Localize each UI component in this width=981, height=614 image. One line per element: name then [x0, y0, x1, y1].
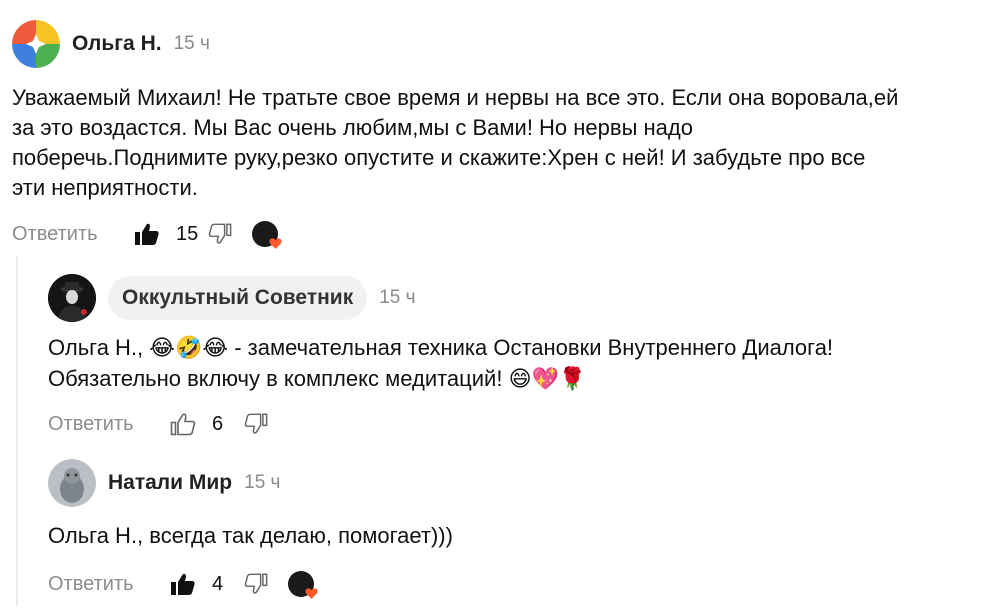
timestamp: 15 ч	[379, 287, 416, 308]
reaction-avatar[interactable]	[288, 571, 318, 599]
avatar[interactable]	[48, 274, 96, 322]
timestamp: 15 ч	[244, 472, 281, 493]
heart-icon	[269, 238, 282, 249]
author-name[interactable]: Оккультный Советник	[108, 276, 368, 320]
reply-text: Ольга Н., 😂🤣😂 - замечательная техника Ос…	[48, 333, 833, 395]
thumbs-down-icon[interactable]	[244, 572, 268, 596]
like-count: 6	[212, 412, 224, 435]
text-segment: Обязательно включу в комплекс медитаций!	[48, 366, 503, 391]
avatar[interactable]	[12, 20, 60, 68]
mention[interactable]: Ольга Н.,	[48, 335, 143, 360]
avatar-icon	[48, 274, 96, 322]
reply-button[interactable]: Ответить	[48, 573, 170, 596]
like-count: 15	[176, 222, 199, 245]
reply: Оккультный Советник 15 ч Ольга Н., 😂🤣😂 -…	[48, 274, 833, 441]
comment-header: Ольга Н. 15 ч	[12, 20, 972, 68]
reply-button[interactable]: Ответить	[48, 413, 170, 436]
reply-button[interactable]: Ответить	[12, 223, 134, 246]
avatar-icon	[12, 20, 60, 68]
heart-icon	[305, 588, 318, 599]
timestamp: 15 ч	[173, 33, 210, 54]
reply-thread: Оккультный Советник 15 ч Ольга Н., 😂🤣😂 -…	[16, 256, 968, 606]
emoji-group: 😂🤣😂	[149, 336, 229, 361]
reply-header: Оккультный Советник 15 ч	[48, 274, 833, 322]
comment: Ольга Н. 15 ч Уважаемый Михаил! Не трать…	[12, 20, 972, 251]
thumbs-up-icon[interactable]	[170, 412, 196, 436]
avatar[interactable]	[48, 459, 96, 507]
thumbs-up-icon[interactable]	[170, 572, 196, 596]
reply: Натали Мир 15 ч Ольга Н., всегда так дел…	[48, 459, 453, 601]
reply-actions: Ответить 6	[48, 407, 833, 441]
emoji-group: 😄💖🌹	[508, 367, 587, 392]
reply-text: Ольга Н., всегда так делаю, помогает)))	[48, 523, 453, 548]
reaction-avatar[interactable]	[252, 221, 282, 249]
reply-header: Натали Мир 15 ч	[48, 459, 453, 507]
author-name[interactable]: Ольга Н.	[72, 32, 162, 56]
reply-actions: Ответить 4	[48, 567, 453, 601]
comment-actions: Ответить 15	[12, 217, 972, 251]
author-name[interactable]: Натали Мир	[108, 471, 232, 495]
thumbs-down-icon[interactable]	[208, 222, 232, 246]
text-segment: - замечательная техника Остановки Внутре…	[228, 335, 834, 360]
thumbs-down-icon[interactable]	[244, 412, 268, 436]
like-count: 4	[212, 572, 224, 595]
thumbs-up-icon[interactable]	[134, 222, 160, 246]
comment-text: Уважаемый Михаил! Не тратьте свое время …	[12, 85, 899, 200]
avatar-icon	[48, 459, 96, 507]
